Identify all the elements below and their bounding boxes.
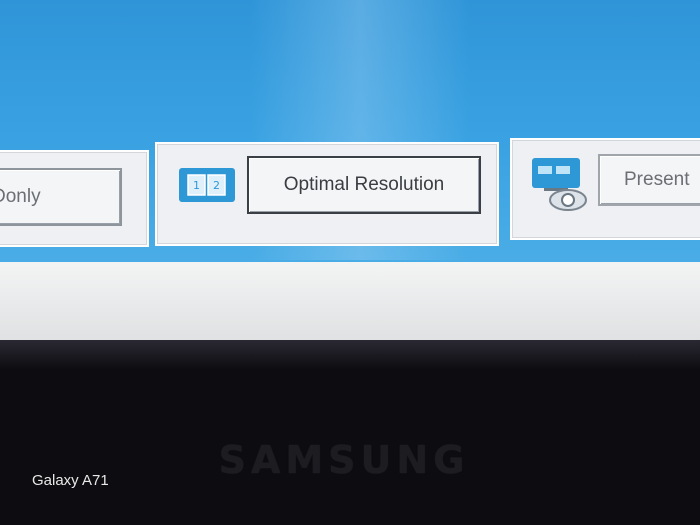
left-option-button[interactable]: Donly [0, 168, 122, 226]
svg-text:2: 2 [213, 179, 220, 192]
lower-window-area [0, 262, 700, 350]
monitor-screen: Donly 1 2 Optimal Resolution Present [0, 0, 700, 350]
optimal-resolution-panel: 1 2 Optimal Resolution [155, 142, 499, 246]
presentation-panel: Present [510, 138, 700, 240]
present-button[interactable]: Present [598, 154, 700, 206]
svg-text:1: 1 [193, 179, 200, 192]
camera-watermark: Galaxy A71 [32, 472, 109, 489]
projector-display-icon [524, 154, 594, 214]
dual-monitor-icon: 1 2 [179, 168, 235, 202]
optimal-resolution-button[interactable]: Optimal Resolution [247, 156, 481, 214]
monitor-brand-logo: SAMSUNG [218, 438, 470, 482]
left-option-panel: Donly [0, 150, 149, 247]
monitor-bezel [0, 340, 700, 370]
